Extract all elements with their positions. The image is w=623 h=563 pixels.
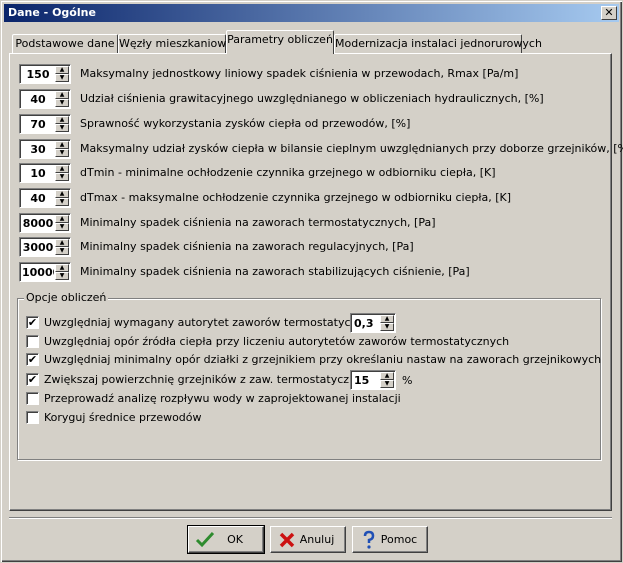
powierzchnia-spinner[interactable]: ▲▼ <box>350 370 396 390</box>
spin-down-icon[interactable]: ▼ <box>55 223 69 231</box>
tab-panel: ▲▼ Maksymalny jednostkowy liniowy spadek… <box>9 53 623 511</box>
spin-up-icon[interactable]: ▲ <box>380 372 394 380</box>
spin-up-icon[interactable]: ▲ <box>55 91 69 99</box>
tab-parametry-obliczen[interactable]: Parametry obliczeń <box>226 30 334 54</box>
option-label: Zwiększaj powierzchnię grzejników z zaw.… <box>44 373 387 386</box>
spin-down-icon[interactable]: ▼ <box>380 323 394 331</box>
spin-down-icon[interactable]: ▼ <box>55 247 69 255</box>
option-label: Uwzględniaj wymagany autorytet zaworów t… <box>44 316 376 329</box>
percent-unit: % <box>402 374 413 387</box>
param-label: dTmin - minimalne ochłodzenie czynnika g… <box>80 166 496 179</box>
param-input[interactable] <box>22 190 54 206</box>
ok-button[interactable]: OK <box>187 525 265 554</box>
autorytet-spinner[interactable]: ▲▼ <box>350 313 396 333</box>
spin-up-icon[interactable]: ▲ <box>380 315 394 323</box>
spin-down-icon[interactable]: ▼ <box>55 124 69 132</box>
param-input[interactable] <box>22 116 54 132</box>
param-input[interactable] <box>22 239 54 255</box>
param-label: Minimalny spadek ciśnienia na zaworach s… <box>80 265 470 278</box>
param-spinner[interactable]: ▲▼ <box>19 188 71 208</box>
close-button[interactable]: ✕ <box>601 6 617 20</box>
options-group-title: Opcje obliczeń <box>24 291 109 304</box>
checkbox[interactable] <box>26 411 39 424</box>
checkbox[interactable] <box>26 392 39 405</box>
param-label: dTmax - maksymalne ochłodzenie czynnika … <box>80 191 512 204</box>
param-spinner[interactable]: ▲▼ <box>19 237 71 257</box>
tab-wezly-mieszkaniowe[interactable]: Węzły mieszkaniowe <box>118 34 233 53</box>
spin-down-icon[interactable]: ▼ <box>55 272 69 280</box>
param-input[interactable] <box>22 141 54 157</box>
param-label: Udział ciśnienia grawitacyjnego uwzględn… <box>80 92 544 105</box>
param-input[interactable] <box>22 91 54 107</box>
autorytet-input[interactable] <box>354 315 378 331</box>
checkbox[interactable] <box>26 335 39 348</box>
title-bar: Dane - Ogólne ✕ <box>4 4 619 22</box>
separator <box>9 517 612 519</box>
spin-down-icon[interactable]: ▼ <box>55 74 69 82</box>
param-label: Minimalny spadek ciśnienia na zaworach r… <box>80 240 414 253</box>
spin-up-icon[interactable]: ▲ <box>55 215 69 223</box>
tab-modernizacja[interactable]: Modernizacja instalaci jednorurowych <box>334 34 542 53</box>
spin-up-icon[interactable]: ▲ <box>55 116 69 124</box>
window-title: Dane - Ogólne <box>8 6 96 19</box>
option-label: Uwzględniaj minimalny opór działki z grz… <box>44 353 602 366</box>
param-input[interactable] <box>22 215 54 231</box>
spin-up-icon[interactable]: ▲ <box>55 190 69 198</box>
option-label: Koryguj średnice przewodów <box>44 411 202 424</box>
spin-down-icon[interactable]: ▼ <box>55 173 69 181</box>
spin-up-icon[interactable]: ▲ <box>55 66 69 74</box>
param-spinner[interactable]: ▲▼ <box>19 64 71 84</box>
help-button[interactable]: Pomoc <box>352 526 428 553</box>
checkbox[interactable]: ✔ <box>26 316 39 329</box>
cancel-button[interactable]: Anuluj <box>270 526 346 553</box>
tab-podstawowe-dane[interactable]: Podstawowe dane <box>12 34 118 53</box>
param-input[interactable] <box>22 264 54 280</box>
spin-down-icon[interactable]: ▼ <box>380 380 394 388</box>
spin-down-icon[interactable]: ▼ <box>55 198 69 206</box>
param-spinner[interactable]: ▲▼ <box>19 262 71 282</box>
param-label: Maksymalny udział zysków ciepła w bilans… <box>80 142 623 155</box>
powierzchnia-input[interactable] <box>354 372 378 388</box>
checkbox[interactable]: ✔ <box>26 353 39 366</box>
param-spinner[interactable]: ▲▼ <box>19 163 71 183</box>
tab-strip: Podstawowe dane Węzły mieszkaniowe Param… <box>12 28 612 54</box>
spin-up-icon[interactable]: ▲ <box>55 239 69 247</box>
option-label: Przeprowadź analizę rozpływu wody w zapr… <box>44 392 401 405</box>
param-spinner[interactable]: ▲▼ <box>19 213 71 233</box>
param-input[interactable] <box>22 66 54 82</box>
param-label: Maksymalny jednostkowy liniowy spadek ci… <box>80 67 519 80</box>
spin-up-icon[interactable]: ▲ <box>55 165 69 173</box>
option-label: Uwzględniaj opór źródła ciepła przy licz… <box>44 335 510 348</box>
close-icon: ✕ <box>604 6 614 19</box>
param-label: Minimalny spadek ciśnienia na zaworach t… <box>80 216 436 229</box>
spin-down-icon[interactable]: ▼ <box>55 99 69 107</box>
param-input[interactable] <box>22 165 54 181</box>
options-group: Opcje obliczeń ✔ Uwzględniaj wymagany au… <box>17 291 602 460</box>
param-spinner[interactable]: ▲▼ <box>19 89 71 109</box>
param-spinner[interactable]: ▲▼ <box>19 114 71 134</box>
spin-up-icon[interactable]: ▲ <box>55 264 69 272</box>
param-label: Sprawność wykorzystania zysków ciepła od… <box>80 117 411 130</box>
spin-up-icon[interactable]: ▲ <box>55 141 69 149</box>
checkbox[interactable]: ✔ <box>26 373 39 386</box>
spin-down-icon[interactable]: ▼ <box>55 149 69 157</box>
param-spinner[interactable]: ▲▼ <box>19 139 71 159</box>
dialog-window: Dane - Ogólne ✕ Podstawowe dane Węzły mi… <box>0 0 623 563</box>
